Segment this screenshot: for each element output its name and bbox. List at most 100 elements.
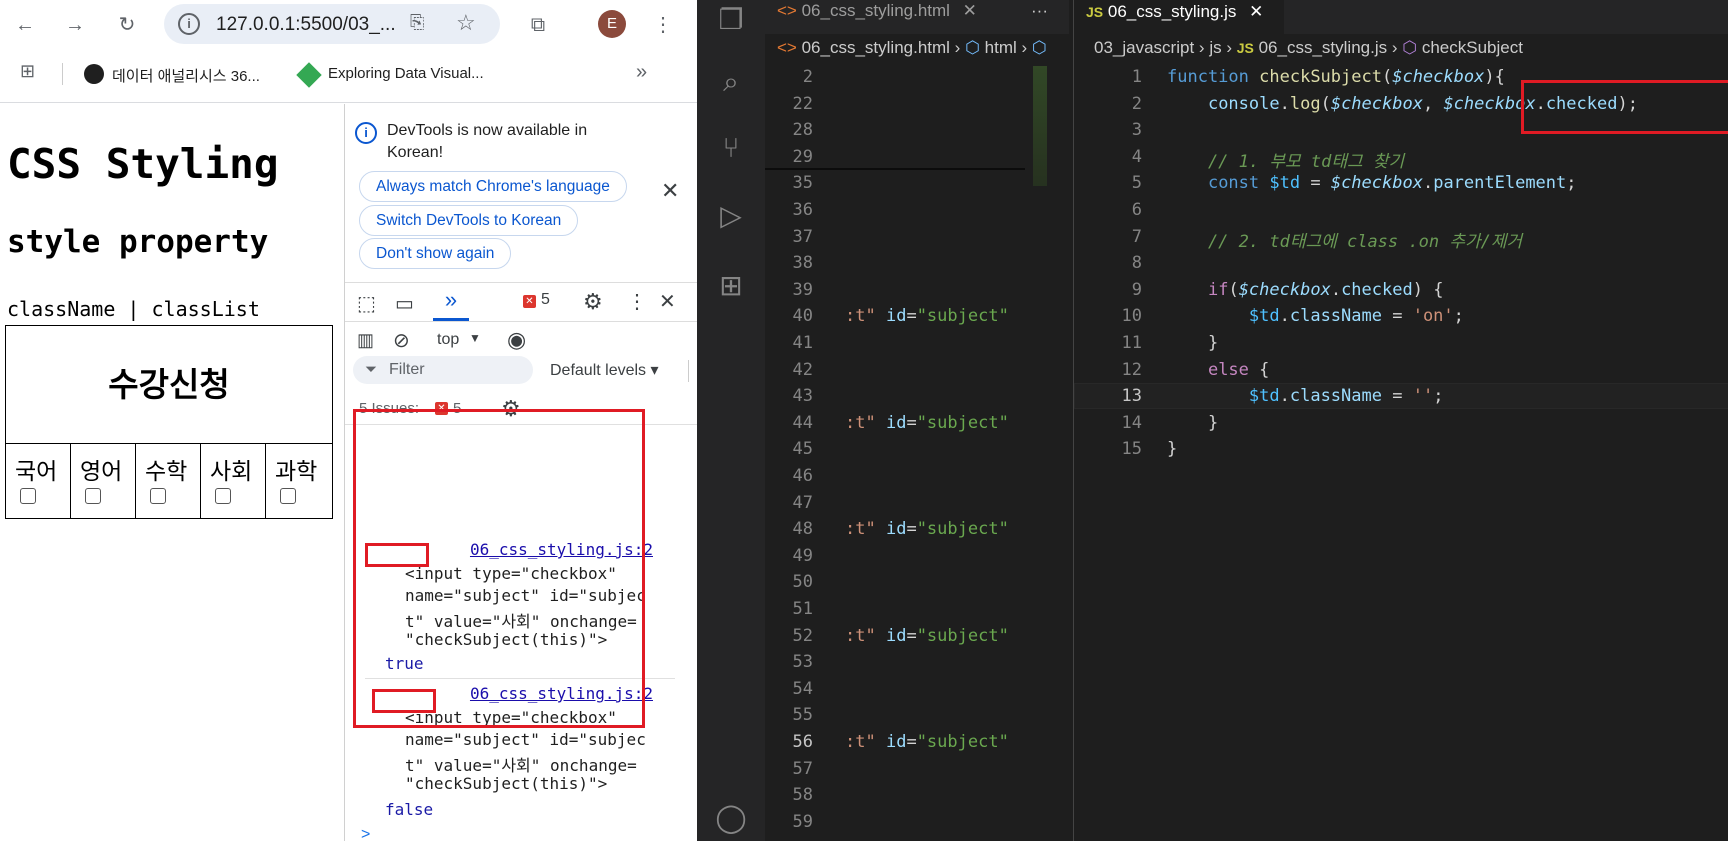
code-line[interactable]: // 1. 부모 td태그 찾기 [1167,147,1404,172]
chevron-right-icon: › [1198,38,1205,57]
divider [62,63,63,85]
address-bar[interactable]: i 127.0.0.1:5500/03_... ⎘ ☆ [164,4,500,44]
breadcrumb-item[interactable]: html [985,38,1017,57]
error-count[interactable]: 5 [541,291,550,309]
url-text[interactable]: 127.0.0.1:5500/03_... [216,14,396,36]
account-icon[interactable]: ◯ [711,798,751,838]
code-line[interactable]: const $td = $checkbox.parentElement; [1167,173,1577,193]
chevron-down-icon: ▼ [469,331,481,345]
extensions-icon[interactable]: ⧉ [523,10,553,40]
table-title: 수강신청 [6,326,332,444]
chevron-right-icon: › [1226,38,1232,57]
close-notice-icon[interactable]: ✕ [661,178,679,204]
bookmark-item-1[interactable]: 데이터 애널리시스 36... [112,65,260,86]
code-line[interactable]: else { [1167,360,1269,380]
subject-cell: 과학 [266,444,332,518]
reload-icon[interactable]: ↻ [112,10,142,40]
subject-checkbox[interactable] [85,488,101,504]
log-levels-label: Default levels [550,362,647,379]
context-select[interactable]: top [437,331,459,349]
code-line[interactable]: // 2. td태그에 class .on 추가/제거 [1167,227,1522,252]
site-info-icon[interactable]: i [178,13,200,35]
switch-to-korean-button[interactable]: Switch DevTools to Korean [359,205,579,236]
code-line[interactable]: if($checkbox.checked) { [1167,280,1443,300]
clear-console-icon[interactable]: ⊘ [393,328,410,353]
breadcrumb-item[interactable]: 03_javascript [1094,38,1194,57]
line-number: 59 [792,811,813,832]
avatar[interactable]: E [598,10,626,38]
breadcrumb-item[interactable]: 06_css_styling.html [802,38,950,57]
run-debug-icon[interactable]: ▷ [711,196,751,236]
source-control-icon[interactable]: ⑂ [711,128,751,168]
code-line[interactable]: } [1167,413,1218,433]
search-icon[interactable]: ⌕ [711,62,751,102]
line-number: 7 [1131,226,1142,247]
breadcrumb-item[interactable]: 06_css_styling.js [1259,38,1388,57]
device-toolbar-icon[interactable]: ▭ [395,291,414,316]
line-number: 43 [792,386,813,407]
extensions-icon[interactable]: ⊞ [711,266,751,306]
tab-js-file[interactable]: JS 06_css_styling.js ✕ [1074,0,1284,34]
line-number: 47 [792,492,813,513]
code-line[interactable]: :t" id="subject" [845,413,1009,433]
dont-show-again-button[interactable]: Don't show again [359,238,512,269]
live-expression-eye-icon[interactable]: ◉ [507,327,526,353]
line-number: 52 [792,625,813,646]
code-line[interactable]: :t" id="subject" [845,732,1009,752]
line-number: 58 [792,785,813,806]
console-filter-input[interactable]: ⏷ Filter [353,356,533,384]
breadcrumb-item[interactable]: js [1209,38,1221,57]
back-icon[interactable]: ← [10,10,40,40]
code-line[interactable]: $td.className = ''; [1167,386,1444,406]
inspect-icon[interactable]: ⬚ [357,291,376,316]
minimap-content [1033,66,1047,186]
close-tab-icon[interactable]: ✕ [963,1,977,20]
log-levels-select[interactable]: Default levels ▾ [550,360,659,380]
apps-grid-icon[interactable]: ⊞ [20,61,35,82]
minimap[interactable] [1025,62,1069,841]
html-editor-group: <> 06_css_styling.html ✕ ··· <> 06_css_s… [765,0,1069,841]
menu-kebab-icon[interactable]: ⋮ [648,10,678,40]
translate-icon[interactable]: ⎘ [410,12,424,33]
subject-checkbox[interactable] [20,488,36,504]
explorer-icon[interactable]: ❐ [711,0,751,40]
settings-gear-icon[interactable]: ⚙ [583,289,603,315]
subject-checkbox[interactable] [215,488,231,504]
line-number: 57 [792,758,813,779]
line-number: 2 [802,67,813,87]
bookmark-star-icon[interactable]: ☆ [456,10,476,36]
code-line[interactable]: $td.className = 'on'; [1167,306,1464,326]
chrome-toolbar: ← → ↻ i 127.0.0.1:5500/03_... ⎘ ☆ ⧉ E ⋮ [0,0,697,50]
tab-console[interactable]: » [433,287,469,321]
line-number: 41 [792,333,813,353]
line-number: 11 [1121,333,1142,353]
code-line[interactable]: } [1167,333,1218,353]
console-prompt[interactable]: > [361,826,370,841]
subject-checkbox[interactable] [150,488,166,504]
devtools-menu-icon[interactable]: ⋮ [627,289,647,314]
js-file-icon: JS [1086,4,1104,20]
forward-icon[interactable]: → [60,10,90,40]
breadcrumb-item[interactable]: checkSubject [1422,38,1523,57]
function-icon: ⬡ [1402,38,1418,57]
subject-table: 수강신청 국어 영어 수학 사회 과학 [5,325,333,519]
code-line[interactable]: :t" id="subject" [845,306,1009,326]
line-number: 38 [792,253,813,274]
close-tab-icon[interactable]: ✕ [1249,2,1263,21]
sidebar-toggle-icon[interactable]: ▥ [357,330,374,351]
line-number: 3 [1131,120,1142,141]
more-bookmarks-icon[interactable]: » [636,61,647,84]
more-actions-icon[interactable]: ··· [1019,0,1060,34]
code-line[interactable]: :t" id="subject" [845,519,1009,539]
tab-html-file[interactable]: <> 06_css_styling.html ✕ [765,0,990,34]
line-number: 6 [1131,200,1142,220]
line-number: 4 [1131,146,1142,167]
subject-checkbox[interactable] [280,488,296,504]
bookmark-item-2[interactable]: Exploring Data Visual... [328,65,484,82]
code-line[interactable]: } [1167,439,1177,459]
close-devtools-icon[interactable]: ✕ [659,289,676,314]
code-line[interactable]: :t" id="subject" [845,626,1009,646]
always-match-language-button[interactable]: Always match Chrome's language [359,171,627,202]
code-line[interactable]: function checkSubject($checkbox){ [1167,67,1505,87]
divider [0,102,697,103]
